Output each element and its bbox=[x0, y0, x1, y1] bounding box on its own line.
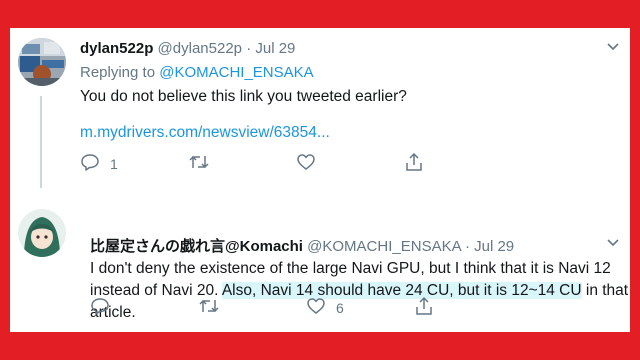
tweet-actions: 6 bbox=[90, 296, 490, 321]
reply-button[interactable] bbox=[90, 296, 120, 321]
chevron-down-icon[interactable] bbox=[606, 40, 620, 54]
like-icon bbox=[296, 152, 316, 177]
reply-button[interactable]: 1 bbox=[80, 152, 118, 177]
like-button[interactable]: 6 bbox=[306, 296, 344, 321]
reply-count: 1 bbox=[110, 156, 118, 172]
replying-to-label: Replying to bbox=[80, 64, 156, 81]
tweet-text-highlighted: Also, Navi 14 should have 24 CU, but it … bbox=[221, 282, 582, 299]
thread-connector-line bbox=[40, 96, 42, 188]
retweet-button[interactable] bbox=[188, 154, 220, 174]
separator: · bbox=[246, 40, 252, 57]
avatar[interactable] bbox=[18, 38, 66, 86]
retweet-button[interactable] bbox=[198, 298, 230, 318]
retweet-icon bbox=[188, 152, 210, 177]
separator: · bbox=[464, 238, 470, 255]
display-name[interactable]: 比屋定さんの戯れ言@Komachi bbox=[90, 238, 303, 255]
share-button[interactable] bbox=[404, 152, 424, 177]
tweet-text: You do not believe this link you tweeted… bbox=[80, 88, 407, 105]
chevron-down-icon[interactable] bbox=[606, 236, 620, 250]
share-icon bbox=[414, 296, 434, 321]
like-count: 6 bbox=[336, 300, 344, 316]
tweet-thread-card: dylan522p @dylan522p · Jul 29 Replying t… bbox=[10, 28, 630, 332]
tweet-date[interactable]: Jul 29 bbox=[255, 40, 295, 57]
handle[interactable]: @dylan522p bbox=[158, 40, 242, 57]
display-name[interactable]: dylan522p bbox=[80, 40, 153, 57]
share-button[interactable] bbox=[414, 296, 434, 321]
avatar[interactable] bbox=[18, 209, 66, 257]
tweet-header: dylan522p @dylan522p · Jul 29 bbox=[80, 40, 295, 57]
tweet-header: 比屋定さんの戯れ言@Komachi @KOMACHI_ENSAKA · Jul … bbox=[90, 235, 514, 256]
like-icon bbox=[306, 296, 326, 321]
tweet-date[interactable]: Jul 29 bbox=[474, 238, 514, 255]
like-button[interactable] bbox=[296, 152, 326, 177]
tweet-link[interactable]: m.mydrivers.com/newsview/63854... bbox=[80, 124, 330, 142]
reply-icon bbox=[80, 152, 100, 177]
reply-icon bbox=[90, 296, 110, 321]
handle[interactable]: @KOMACHI_ENSAKA bbox=[307, 238, 461, 255]
replying-to-mention[interactable]: @KOMACHI_ENSAKA bbox=[159, 64, 313, 81]
tweet-dylan522p[interactable]: dylan522p @dylan522p · Jul 29 Replying t… bbox=[10, 28, 630, 190]
share-icon bbox=[404, 152, 424, 177]
tweet-actions: 1 bbox=[80, 152, 480, 177]
retweet-icon bbox=[198, 296, 220, 321]
replying-to: Replying to @KOMACHI_ENSAKA bbox=[80, 64, 314, 81]
